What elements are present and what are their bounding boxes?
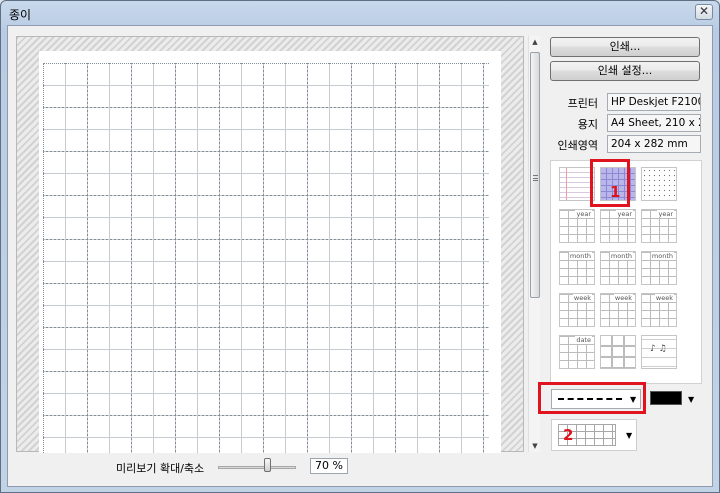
tile-label: week [613,294,633,302]
gallery-tile[interactable] [641,167,677,201]
title-bar[interactable]: 종이 ✕ [1,1,719,25]
tile-label: week [654,294,674,302]
grid-pattern [43,63,489,453]
scrollbar-thumb[interactable] [530,52,540,298]
paper-dialog-window: 종이 ✕ ▲ ▼ 미리보기 확대/축소 70 % 인쇄... 인쇄 설정... … [0,0,720,493]
paper-label: 용지 [577,118,598,131]
tile-label: week [572,294,592,302]
zoom-slider-thumb[interactable] [264,458,271,472]
tile-label: date [575,336,592,344]
dialog-client-area: ▲ ▼ 미리보기 확대/축소 70 % 인쇄... 인쇄 설정... 프린터 H… [7,25,713,487]
gallery-tile[interactable]: ♪ ♫ [641,335,677,369]
tile-label: month [650,252,674,260]
gallery-tile[interactable]: week [641,293,677,327]
printer-label: 프린터 [567,97,598,110]
gallery-tile[interactable]: year [559,209,595,243]
printer-field: HP Deskjet F2100 s [607,93,701,111]
caret-down-icon[interactable]: ▼ [688,395,694,404]
print-setup-button[interactable]: 인쇄 설정... [550,61,700,81]
zoom-slider-track[interactable] [218,466,296,469]
gallery-tile[interactable]: month [600,251,636,285]
music-note-icon: ♪ ♫ [650,344,667,354]
arrow-up-icon[interactable]: ▲ [529,36,541,48]
close-button[interactable]: ✕ [695,4,713,20]
highlight-box-2 [538,382,646,414]
gallery-tile[interactable]: month [559,251,595,285]
tile-label: year [657,210,674,218]
print-area-field: 204 x 282 mm [607,135,701,153]
gallery-tile[interactable] [600,335,636,369]
gallery-tile[interactable]: week [600,293,636,327]
grip-icon [533,175,538,181]
paper-preview [16,36,524,453]
window-title: 종이 [9,8,32,22]
line-color-swatch[interactable] [650,391,682,405]
gallery-tile[interactable]: month [641,251,677,285]
preview-page [39,51,501,453]
caret-down-icon[interactable]: ▼ [626,431,632,440]
gallery-tile[interactable]: year [600,209,636,243]
close-icon: ✕ [698,4,710,18]
zoom-value: 70 % [310,458,348,474]
tile-label: month [609,252,633,260]
tile-label: year [575,210,592,218]
gallery-tile[interactable]: week [559,293,595,327]
marker-1: 1 [610,183,621,201]
arrow-down-icon[interactable]: ▼ [529,440,541,452]
print-button[interactable]: 인쇄... [550,37,700,57]
gallery-tile[interactable]: year [641,209,677,243]
tile-label: year [616,210,633,218]
zoom-label: 미리보기 확대/축소 [116,462,205,475]
paper-field: A4 Sheet, 210 x 29 [607,114,701,132]
gallery-tile[interactable]: date [559,335,595,369]
print-area-label: 인쇄영역 [557,139,598,152]
marker-2: 2 [563,426,574,444]
tile-label: month [568,252,592,260]
